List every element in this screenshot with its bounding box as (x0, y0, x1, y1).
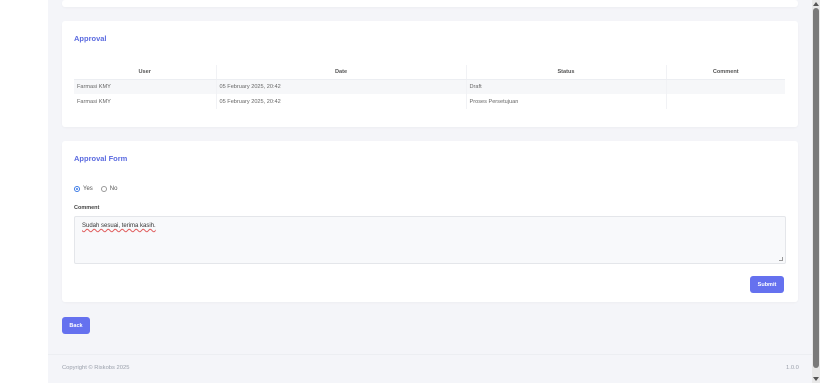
cell-date: 05 February 2025, 20:42 (215, 94, 466, 109)
cell-date: 05 February 2025, 20:42 (215, 79, 466, 94)
cell-status: Proses Persetujuan (465, 94, 666, 109)
cell-user: Farmasi KMY (77, 98, 111, 105)
cell-user: Farmasi KMY (74, 79, 216, 94)
radio-yes-control[interactable] (74, 186, 80, 192)
comment-value: Sudah sesuai, terima kasih. (82, 223, 156, 229)
back-button[interactable]: Back (62, 317, 90, 334)
table-header-row: User Date Status Comment (74, 65, 785, 80)
submit-button[interactable]: Submit (750, 276, 784, 293)
cell-comment (665, 94, 785, 109)
table-row: Farmasi KMY 05 February 2025, 20:42 Pros… (74, 94, 785, 109)
comment-textarea[interactable]: Sudah sesuai, terima kasih. (74, 216, 786, 264)
scroll-up-icon[interactable] (813, 2, 819, 6)
approval-form-card: Approval Form Yes No Comment Sudah sesua… (62, 141, 798, 302)
scroll-thumb[interactable] (813, 8, 819, 368)
footer-copyright: Copyright © Riskobs 2025 (62, 365, 130, 371)
resize-grip-icon[interactable] (779, 257, 783, 261)
comment-label: Comment (74, 205, 100, 211)
footer-divider (48, 354, 812, 355)
column-comment[interactable]: Comment (665, 65, 785, 80)
column-date[interactable]: Date (215, 65, 466, 80)
radio-yes-label: Yes (83, 186, 93, 192)
approval-table: User Date Status Comment Farmasi KMY 05 … (74, 65, 785, 109)
radio-no[interactable]: No (100, 186, 118, 192)
approval-title: Approval (74, 34, 107, 43)
footer-version: 1.0.0 (786, 365, 799, 371)
approval-radio-group: Yes No (74, 186, 125, 192)
radio-no-label: No (109, 186, 118, 192)
approval-card: Approval User Date Status Comment Farmas… (62, 21, 798, 127)
column-status[interactable]: Status (465, 65, 666, 80)
cell-status: Draft (465, 79, 666, 94)
radio-yes[interactable]: Yes (74, 186, 93, 192)
scroll-down-icon[interactable] (813, 377, 819, 381)
radio-no-control[interactable] (100, 186, 107, 192)
previous-card (62, 0, 798, 7)
approval-form-title: Approval Form (74, 154, 128, 163)
table-row: Farmasi KMY 05 February 2025, 20:42 Draf… (74, 79, 785, 94)
cell-comment (665, 79, 785, 94)
column-user[interactable]: User (74, 65, 216, 80)
page-scrollbar[interactable] (812, 0, 820, 383)
